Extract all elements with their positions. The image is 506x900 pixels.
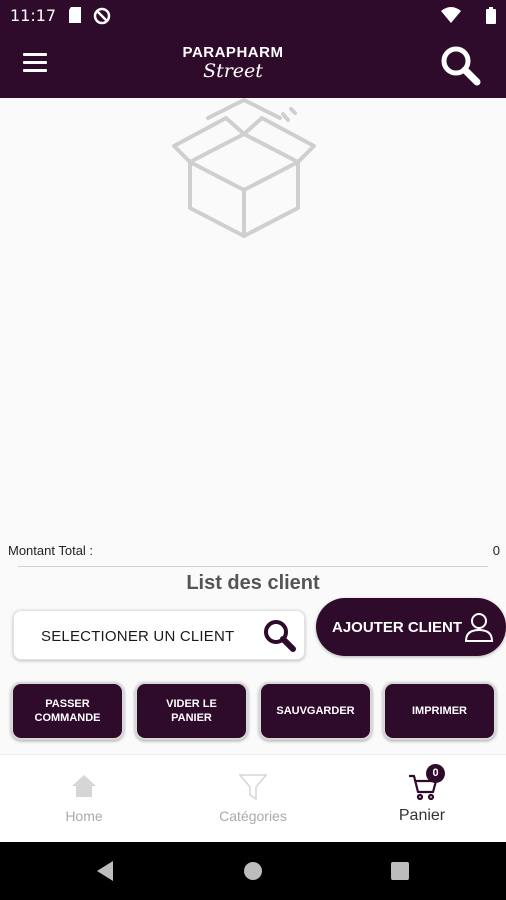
system-navigation-bar xyxy=(0,842,506,900)
nav-categories[interactable]: Catégories xyxy=(169,755,337,843)
logo-text-parapharm: PARAPHARM xyxy=(182,44,284,61)
recents-icon[interactable] xyxy=(391,862,409,885)
total-label: Montant Total : xyxy=(8,543,94,558)
app-header: PARAPHARM Street xyxy=(0,30,506,98)
home-circle-icon[interactable] xyxy=(244,862,262,885)
empty-cart-box-icon xyxy=(168,98,320,240)
nav-home-label: Home xyxy=(65,808,103,824)
app-logo: PARAPHARM Street xyxy=(153,44,313,82)
select-client-field[interactable]: SELECTIONER UN CLIENT xyxy=(13,610,305,660)
hamburger-menu-icon xyxy=(23,53,47,56)
total-value: 0 xyxy=(492,543,500,558)
search-client-icon xyxy=(262,618,298,659)
divider xyxy=(18,566,488,567)
nav-home[interactable]: Home xyxy=(0,755,168,843)
add-client-label: AJOUTER CLIENT xyxy=(332,619,463,636)
nav-panier[interactable]: Panier xyxy=(338,755,506,843)
sd-card-icon xyxy=(68,7,82,28)
logo-text-street: Street xyxy=(203,60,263,82)
select-client-label: SELECTIONER UN CLIENT xyxy=(41,628,235,645)
total-row: Montant Total : 0 xyxy=(0,541,506,561)
no-disturb-icon xyxy=(93,7,111,30)
sauvgarder-button[interactable]: SAUVGARDER xyxy=(259,682,372,740)
nav-panier-label: Panier xyxy=(398,807,446,824)
search-button[interactable] xyxy=(438,44,484,88)
back-icon[interactable] xyxy=(95,860,115,887)
add-client-button[interactable]: AJOUTER CLIENT xyxy=(316,598,506,656)
vider-panier-button[interactable]: VIDER LE PANIER xyxy=(135,682,248,740)
wifi-icon xyxy=(441,7,461,28)
battery-icon xyxy=(486,7,496,29)
menu-button[interactable] xyxy=(20,50,50,78)
passer-commande-button[interactable]: PASSER COMMANDE xyxy=(11,682,124,740)
imprimer-button[interactable]: IMPRIMER xyxy=(383,682,496,740)
home-icon xyxy=(70,773,98,804)
status-time: 11:17 xyxy=(10,6,57,25)
search-icon xyxy=(441,46,481,86)
status-bar: 11:17 xyxy=(0,0,506,30)
cart-count-badge: 0 xyxy=(426,764,445,783)
user-icon xyxy=(464,611,494,648)
filter-icon xyxy=(238,773,268,806)
client-list-title: List des client xyxy=(186,572,320,594)
nav-categories-label: Catégories xyxy=(219,808,287,824)
